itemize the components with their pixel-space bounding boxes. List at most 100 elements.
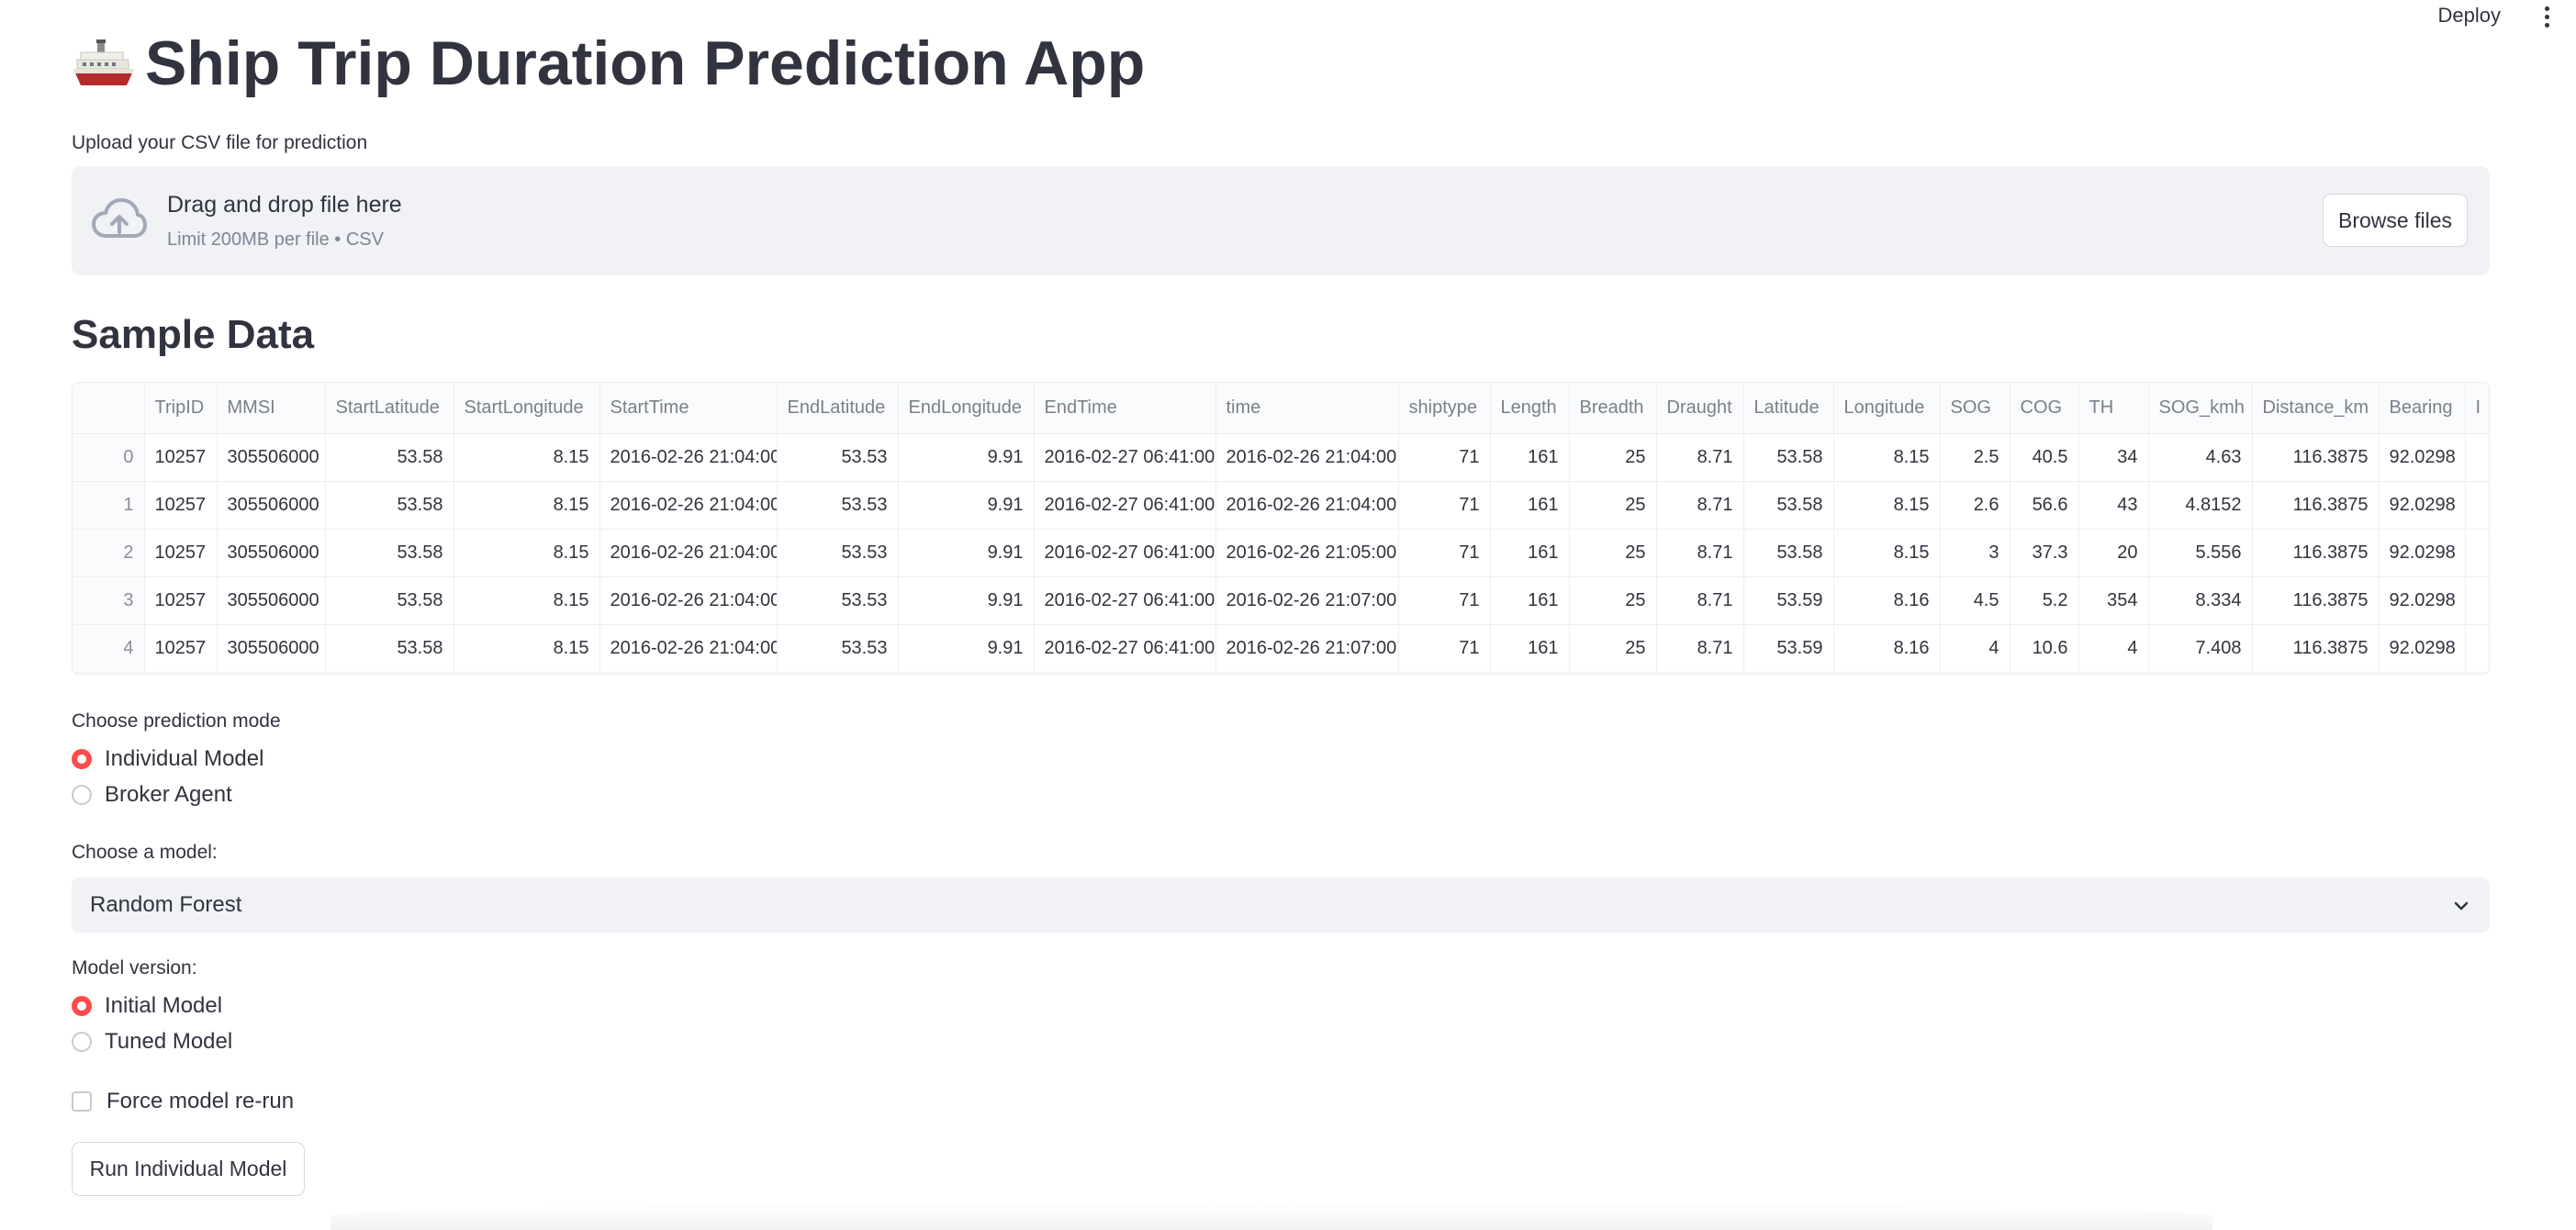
column-header[interactable]: time [1215,383,1399,434]
column-header[interactable]: StartLongitude [454,383,600,434]
table-cell[interactable]: 8.15 [1833,481,1941,530]
table-cell[interactable]: 25 [1569,433,1657,482]
table-cell[interactable]: 4 [1940,624,2010,673]
table-cell[interactable] [2465,529,2489,577]
table-cell[interactable]: 161 [1490,624,1570,673]
column-header[interactable]: Latitude [1743,383,1834,434]
table-cell[interactable]: 8.15 [454,529,600,577]
table-cell[interactable]: 8.16 [1833,576,1941,625]
deploy-button[interactable]: Deploy [2438,4,2501,28]
table-cell[interactable]: 53.58 [325,433,454,482]
table-cell[interactable]: 53.58 [325,576,454,625]
table-cell[interactable]: 5.2 [2010,576,2079,625]
table-cell[interactable]: 53.53 [777,576,899,625]
table-cell[interactable]: 8.15 [454,433,600,482]
table-cell[interactable]: 92.0298 [2379,481,2466,530]
table-cell[interactable]: 40.5 [2010,433,2079,482]
table-cell[interactable]: 116.3875 [2252,529,2380,577]
table-cell[interactable]: 8.15 [454,481,600,530]
table-cell[interactable]: 53.58 [325,481,454,530]
table-cell[interactable]: 25 [1569,481,1657,530]
table-cell[interactable]: 8.71 [1656,433,1744,482]
table-cell[interactable]: 25 [1569,624,1657,673]
kebab-menu-icon[interactable] [2537,4,2556,31]
table-cell[interactable] [2465,576,2489,625]
table-cell[interactable]: 5.556 [2148,529,2253,577]
table-cell[interactable]: 8.71 [1656,576,1744,625]
table-cell[interactable]: 4 [2078,624,2149,673]
column-header[interactable]: I [2465,383,2489,434]
table-cell[interactable]: 10257 [144,433,218,482]
table-cell[interactable]: 37.3 [2010,529,2079,577]
table-cell[interactable]: 53.58 [1743,481,1834,530]
table-cell[interactable]: 43 [2078,481,2149,530]
table-cell[interactable] [2465,624,2489,673]
radio-individual-model[interactable]: Individual Model [72,746,263,772]
radio-button-icon[interactable] [72,1032,92,1052]
column-header[interactable]: Bearing [2379,383,2466,434]
table-cell[interactable]: 9.91 [898,433,1035,482]
radio-initial-model[interactable]: Initial Model [72,993,222,1019]
table-cell[interactable]: 4.5 [1940,576,2010,625]
table-cell[interactable]: 161 [1490,576,1570,625]
table-cell[interactable]: 2016-02-26 21:04:00 [599,481,778,530]
table-cell[interactable]: 10257 [144,624,218,673]
table-cell[interactable] [2465,433,2489,482]
table-cell[interactable]: 2016-02-27 06:41:00 [1034,624,1216,673]
table-cell[interactable]: 2016-02-26 21:04:00 [1215,481,1399,530]
column-header[interactable]: Distance_km [2252,383,2380,434]
column-header[interactable]: COG [2010,383,2079,434]
table-cell[interactable]: 71 [1398,576,1491,625]
table-cell[interactable]: 9.91 [898,576,1035,625]
table-cell[interactable]: 305506000 [217,529,326,577]
table-cell[interactable]: 53.53 [777,529,899,577]
table-cell[interactable]: 53.53 [777,481,899,530]
table-cell[interactable]: 2016-02-27 06:41:00 [1034,576,1216,625]
table-cell[interactable]: 116.3875 [2252,433,2380,482]
radio-button-icon[interactable] [72,749,92,769]
table-cell[interactable]: 4.8152 [2148,481,2253,530]
radio-button-icon[interactable] [72,996,92,1016]
table-cell[interactable]: 20 [2078,529,2149,577]
table-cell[interactable]: 305506000 [217,624,326,673]
table-cell[interactable]: 2016-02-27 06:41:00 [1034,529,1216,577]
table-cell[interactable]: 354 [2078,576,2149,625]
table-cell[interactable]: 34 [2078,433,2149,482]
table-cell[interactable]: 2016-02-26 21:07:00 [1215,624,1399,673]
force-rerun-checkbox-row[interactable]: Force model re-run [72,1089,294,1114]
table-cell[interactable]: 92.0298 [2379,529,2466,577]
browse-files-button[interactable]: Browse files [2323,194,2468,247]
table-cell[interactable]: 10257 [144,481,218,530]
table-cell[interactable]: 92.0298 [2379,576,2466,625]
table-cell[interactable]: 10257 [144,576,218,625]
table-cell[interactable]: 8.71 [1656,529,1744,577]
table-cell[interactable]: 2016-02-27 06:41:00 [1034,481,1216,530]
table-cell[interactable]: 8.15 [1833,529,1941,577]
column-header[interactable]: EndTime [1034,383,1216,434]
table-cell[interactable]: 92.0298 [2379,624,2466,673]
table-cell[interactable]: 8.15 [454,624,600,673]
table-cell[interactable]: 71 [1398,624,1491,673]
table-cell[interactable]: 2016-02-26 21:05:00 [1215,529,1399,577]
column-header[interactable]: MMSI [217,383,326,434]
column-header[interactable]: Draught [1656,383,1744,434]
column-header[interactable]: TripID [144,383,218,434]
table-cell[interactable] [2465,481,2489,530]
table-cell[interactable]: 25 [1569,576,1657,625]
table-cell[interactable]: 116.3875 [2252,624,2380,673]
column-header[interactable]: TH [2078,383,2149,434]
run-individual-model-button[interactable]: Run Individual Model [72,1142,305,1196]
table-cell[interactable]: 53.53 [777,433,899,482]
column-header[interactable]: shiptype [1398,383,1491,434]
table-cell[interactable]: 2.6 [1940,481,2010,530]
table-cell[interactable]: 3 [1940,529,2010,577]
table-cell[interactable]: 9.91 [898,481,1035,530]
column-header[interactable]: Longitude [1833,383,1941,434]
column-header[interactable]: Length [1490,383,1570,434]
table-cell[interactable]: 8.15 [1833,433,1941,482]
table-cell[interactable]: 8.71 [1656,481,1744,530]
table-cell[interactable]: 305506000 [217,576,326,625]
table-cell[interactable]: 2016-02-27 06:41:00 [1034,433,1216,482]
table-cell[interactable]: 53.58 [1743,529,1834,577]
table-cell[interactable]: 53.53 [777,624,899,673]
